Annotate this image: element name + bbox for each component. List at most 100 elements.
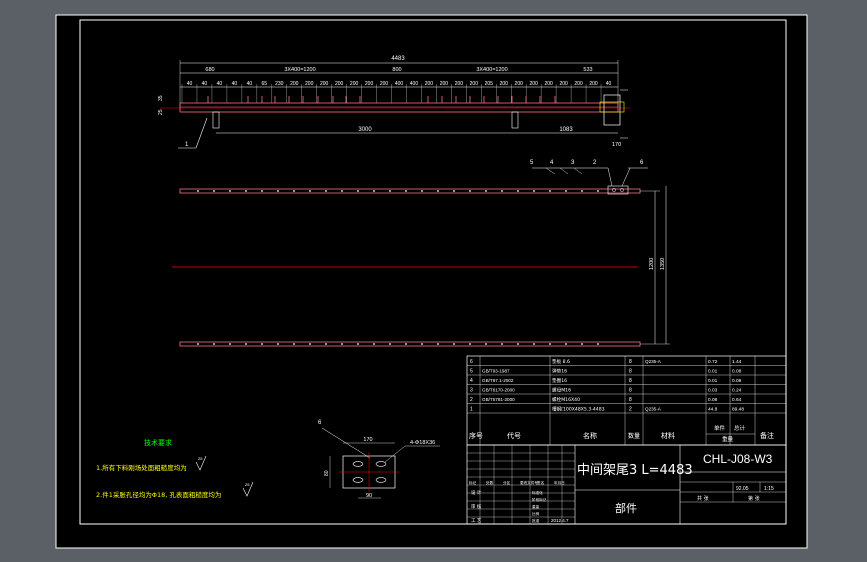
bom-cell-total-weight: 89.48 (732, 407, 744, 413)
plan-hole-bottom (565, 343, 567, 345)
plan-hole-bottom (485, 343, 487, 345)
tech-line-2-sym: 25 (245, 482, 250, 487)
drawing-number: CHL-J08-W3 (703, 452, 773, 466)
plan-hole-bottom (261, 343, 263, 345)
tb-change-label: 年月日 (554, 480, 565, 485)
dim-seg-1: 680 (205, 67, 214, 73)
small-dim-label: 200 (470, 81, 479, 87)
tech-line-1: 1.所有下料刚场处面粗糙度均为 (96, 463, 187, 472)
plan-hole-top (197, 190, 199, 192)
bom-header-note: 备注 (760, 431, 774, 440)
plan-hole-top (373, 190, 375, 192)
plan-hole-top (581, 190, 583, 192)
small-dim-label: 400 (410, 81, 419, 87)
small-dim-label: 200 (350, 81, 359, 87)
plan-hole-top (229, 190, 231, 192)
dim-height-a: 1200 (649, 258, 655, 270)
small-dim-label: 200 (380, 81, 389, 87)
detail-left-dim: 80 (324, 470, 330, 476)
small-dim-label: 40 (217, 81, 223, 87)
tech-line-2: 2.件1采胀孔径均为Φ18, 孔表面粗糙度均为 (96, 490, 221, 499)
plan-hole-top (437, 190, 439, 192)
small-dim-label: 200 (530, 81, 539, 87)
detail-width-bottom: 90 (366, 493, 372, 499)
plan-hole-top (517, 190, 519, 192)
bom-cell-name: 垫板 8.6 (552, 358, 570, 365)
part-weight: 92.05 (736, 486, 749, 492)
small-dim-label: 40 (247, 81, 253, 87)
tb-change-label: 签名 (537, 480, 545, 485)
small-dim-label: 200 (544, 81, 553, 87)
bom-header-qty: 数量 (628, 432, 640, 440)
small-dim-label: 230 (275, 81, 284, 87)
bom-cell-total-weight: 0.08 (732, 378, 742, 384)
plan-hole-bottom (213, 343, 215, 345)
detail-width-top: 170 (363, 437, 372, 443)
role-design: 设 计 (471, 489, 482, 496)
small-dim-label: 40 (202, 81, 208, 87)
small-dim-label: 200 (500, 81, 509, 87)
bom-cell-material: Q235-A (645, 359, 662, 364)
bom-cell-name: 螺栓M16X40 (552, 396, 580, 403)
detail-hole-note: 4-Φ18X36 (410, 440, 435, 446)
dim-seg-3: 800 (392, 67, 401, 73)
small-dim-label: 40 (187, 81, 193, 87)
plan-hole-bottom (277, 343, 279, 345)
plan-hole-bottom (309, 343, 311, 345)
plan-hole-bottom (341, 343, 343, 345)
small-dim-label: 65 (262, 81, 268, 87)
part-category: 部件 (615, 501, 637, 515)
dim-overall: 4483 (391, 56, 405, 62)
bom-header-name: 名称 (583, 431, 597, 440)
bom-cell-total-weight: 1.44 (732, 359, 742, 365)
plan-hole-bottom (325, 343, 327, 345)
plan-hole-bottom (597, 343, 599, 345)
bom-cell-unit-weight: 0.01 (708, 369, 718, 375)
dim-seg-4: 3X400=1200 (476, 67, 507, 73)
small-dim-label: 205 (485, 81, 494, 87)
dim-seg-5: 533 (583, 67, 592, 73)
plan-hole-bottom (389, 343, 391, 345)
plan-hole-top (245, 190, 247, 192)
bom-cell-qty: 8 (629, 359, 632, 365)
small-dim-label: 200 (335, 81, 344, 87)
small-dim-label: 40 (232, 81, 238, 87)
plan-hole-top (565, 190, 567, 192)
small-dim-label: 200 (440, 81, 449, 87)
plan-hole-bottom (405, 343, 407, 345)
plan-hole-top (277, 190, 279, 192)
tech-line-1-sym: 25 (198, 456, 203, 461)
small-dim-label: 400 (395, 81, 404, 87)
plan-hole-top (501, 190, 503, 192)
bom-cell-name: 垫圈16 (552, 377, 567, 384)
tb-date: 2012.4.7 (551, 518, 569, 523)
dim-right-small: 170 (612, 142, 621, 148)
plan-hole-bottom (453, 343, 455, 345)
plan-hole-top (453, 190, 455, 192)
plan-hole-top (549, 190, 551, 192)
plan-hole-bottom (533, 343, 535, 345)
dim-span: 3000 (358, 127, 372, 133)
small-dim-label: 200 (425, 81, 434, 87)
plan-hole-top (421, 190, 423, 192)
bom-cell-name: 槽钢[100X48X5.3-4483 (552, 406, 605, 413)
tb-change-label: 标记 (469, 480, 477, 485)
plan-hole-bottom (229, 343, 231, 345)
bom-cell-no: 4 (470, 378, 473, 384)
plan-hole-bottom (373, 343, 375, 345)
bom-cell-total-weight: 0.08 (732, 369, 742, 375)
tb-sub-label: 标准化 (532, 490, 543, 495)
small-dim-label: 200 (455, 81, 464, 87)
small-dim-label: 200 (365, 81, 374, 87)
plan-hole-top (389, 190, 391, 192)
part-scale: 1:15 (764, 486, 774, 492)
bom-cell-unit-weight: 0.01 (708, 378, 718, 384)
plan-hole-top (405, 190, 407, 192)
dim-left-a: 35 (158, 95, 164, 101)
cad-drawing-canvas[interactable]: 4483 680 3X400=1200 800 3X400=1200 533 4… (0, 0, 867, 562)
bom-cell-no: 5 (470, 369, 473, 375)
plan-hole-top (357, 190, 359, 192)
dim-left-b: 25 (158, 109, 164, 115)
small-dim-label: 200 (559, 81, 568, 87)
tb-change-label: 处数 (486, 480, 494, 485)
